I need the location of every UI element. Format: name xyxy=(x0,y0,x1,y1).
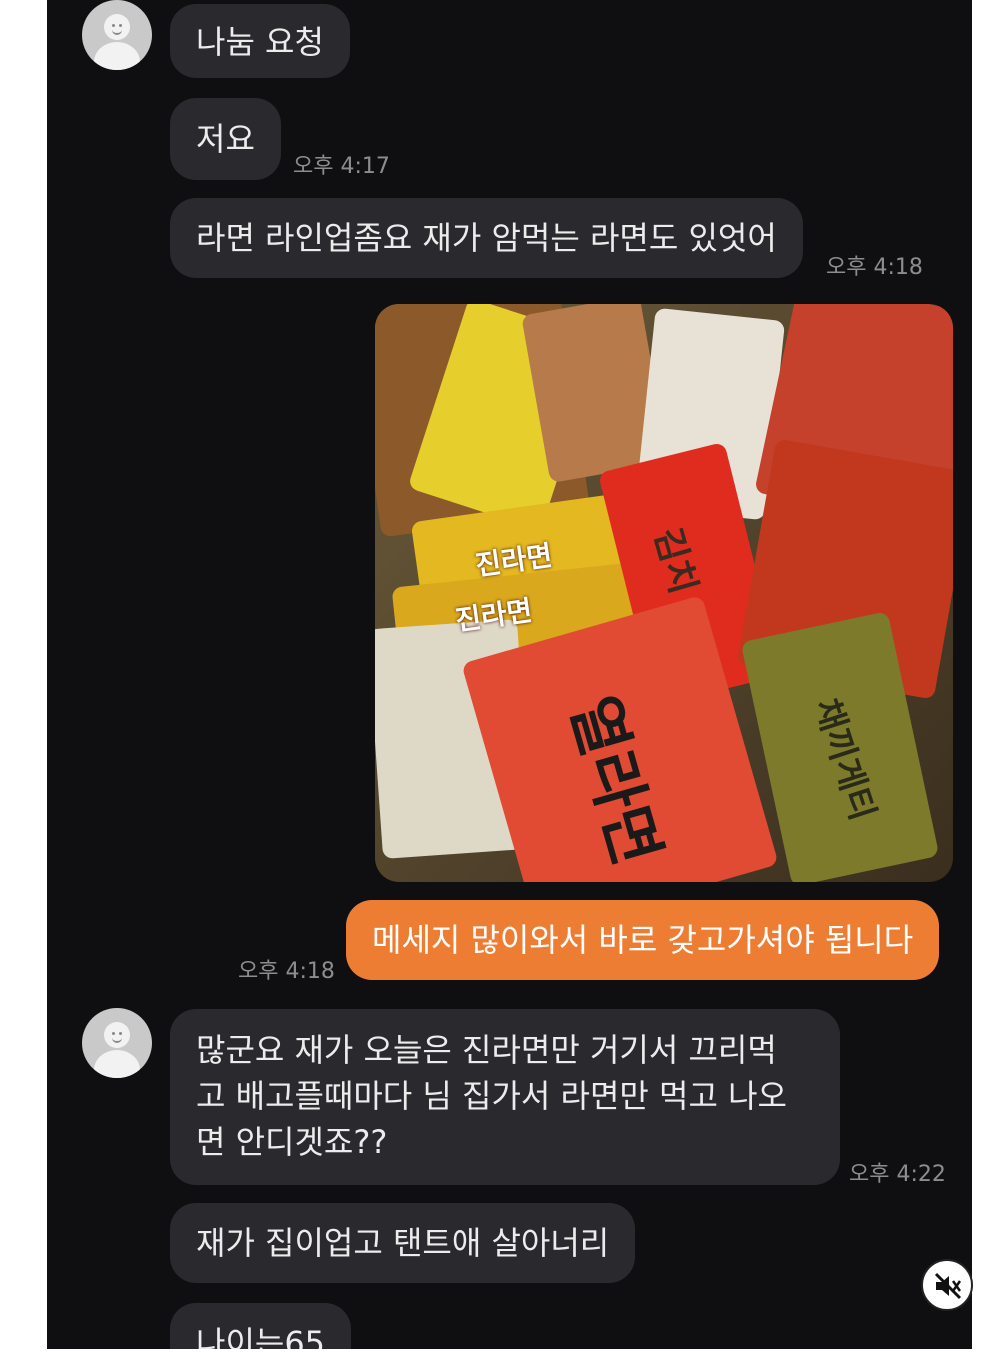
message-bubble[interactable]: 재가 집이업고 탠트애 살아너리 xyxy=(170,1203,636,1283)
avatar[interactable] xyxy=(82,0,152,70)
message-line: 많군요 재가 오늘은 진라면만 거기서 끄리먹 xyxy=(196,1031,777,1069)
message-bubble[interactable]: 나이는65 xyxy=(170,1303,352,1349)
mute-button[interactable] xyxy=(921,1259,973,1311)
message-time: 오후 4:22 xyxy=(849,1162,946,1187)
speaker-muted-icon xyxy=(934,1272,962,1300)
message-time: 오후 4:17 xyxy=(293,154,390,179)
avatar[interactable] xyxy=(82,1008,152,1078)
message-line: 고 배고플때마다 님 집가서 라면만 먹고 나오 xyxy=(196,1077,787,1115)
message-bubble[interactable]: 많군요 재가 오늘은 진라면만 거기서 끄리먹 고 배고플때마다 님 집가서 라… xyxy=(170,1009,840,1185)
ramen-photo[interactable]: 진라면 진라면 김치 열라면 채끼게티 xyxy=(375,304,953,882)
message-time: 오후 4:18 xyxy=(826,255,923,280)
message-time: 오후 4:18 xyxy=(238,959,335,984)
chat-view: 나눔 요청 저요 오후 4:17 라면 라인업좀요 재가 암먹는 라면도 있엇어… xyxy=(47,0,972,1349)
message-line: 면 안디겟죠?? xyxy=(196,1123,388,1161)
message-bubble[interactable]: 라면 라인업좀요 재가 암먹는 라면도 있엇어 xyxy=(170,198,803,278)
message-bubble[interactable]: 메세지 많이와서 바로 갖고가셔야 됩니다 xyxy=(346,900,940,980)
message-bubble[interactable]: 나눔 요청 xyxy=(170,4,350,78)
message-bubble[interactable]: 저요 xyxy=(170,98,281,180)
